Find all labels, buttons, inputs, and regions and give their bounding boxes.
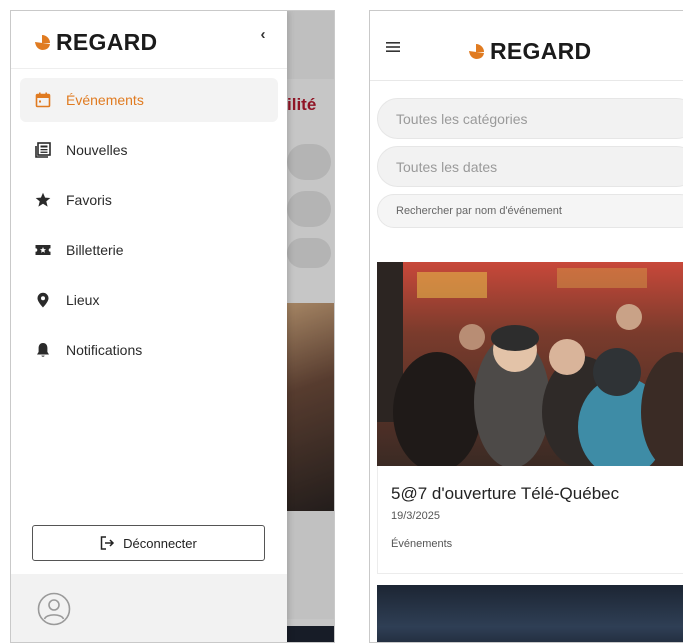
ticket-icon <box>35 245 51 255</box>
menu-item-nouvelles[interactable]: Nouvelles <box>20 128 278 172</box>
menu-item-label: Nouvelles <box>66 142 128 158</box>
menu-item-label: Favoris <box>66 192 112 208</box>
regard-logo: REGARD <box>33 29 157 56</box>
regard-logo: REGARD <box>467 38 591 65</box>
hamburger-icon[interactable] <box>386 41 400 53</box>
brand-name: REGARD <box>490 38 592 64</box>
event-date: 19/3/2025 <box>391 510 440 522</box>
navigation-drawer: REGARD ‹ Événements Nouvelles Favoris Bi… <box>11 11 287 642</box>
menu-item-billetterie[interactable]: Billetterie <box>20 228 278 272</box>
menu-item-lieux[interactable]: Lieux <box>20 278 278 322</box>
menu-item-label: Lieux <box>66 292 100 308</box>
logout-button[interactable]: Déconnecter <box>32 525 265 561</box>
menu-item-label: Notifications <box>66 342 143 358</box>
menu-item-label: Billetterie <box>66 242 124 258</box>
brand-name: REGARD <box>56 29 158 55</box>
menu-item-favoris[interactable]: Favoris <box>20 178 278 222</box>
events-screen: REGARD Toutes les catégories Toutes les … <box>369 10 683 643</box>
logout-icon <box>100 536 115 550</box>
star-icon <box>35 192 51 207</box>
newspaper-icon <box>35 142 51 158</box>
chevron-left-icon[interactable]: ‹ <box>253 25 273 45</box>
drawer-header: REGARD ‹ <box>11 11 287 69</box>
stroller-logo-icon <box>35 34 50 50</box>
event-filters: Toutes les catégories Toutes les dates R… <box>370 81 683 228</box>
menu-item-evenements[interactable]: Événements <box>20 78 278 122</box>
search-input[interactable]: Rechercher par nom d'événement <box>377 194 683 228</box>
drawer-screen: ilité REGARD ‹ Événements Nouvelles Favo… <box>10 10 335 643</box>
menu-item-label: Événements <box>66 92 144 108</box>
menu-item-notifications[interactable]: Notifications <box>20 328 278 372</box>
event-photo <box>377 262 683 466</box>
event-category: Événements <box>391 538 453 550</box>
drawer-menu: Événements Nouvelles Favoris Billetterie… <box>11 69 287 372</box>
date-select[interactable]: Toutes les dates <box>377 146 683 187</box>
drawer-footer <box>11 574 287 642</box>
category-select[interactable]: Toutes les catégories <box>377 98 683 139</box>
next-event-card[interactable] <box>377 585 683 642</box>
map-pin-icon <box>37 292 49 308</box>
calendar-icon <box>35 92 51 108</box>
event-card[interactable]: 5@7 d'ouverture Télé-Québec 19/3/2025 Év… <box>377 262 683 574</box>
event-info: 5@7 d'ouverture Télé-Québec 19/3/2025 Év… <box>377 466 683 574</box>
logout-label: Déconnecter <box>123 535 197 551</box>
stroller-logo-icon <box>469 43 484 59</box>
user-circle-icon[interactable] <box>37 592 71 626</box>
event-title: 5@7 d'ouverture Télé-Québec <box>391 484 620 503</box>
app-header: REGARD <box>370 11 683 81</box>
bell-icon <box>37 343 49 357</box>
